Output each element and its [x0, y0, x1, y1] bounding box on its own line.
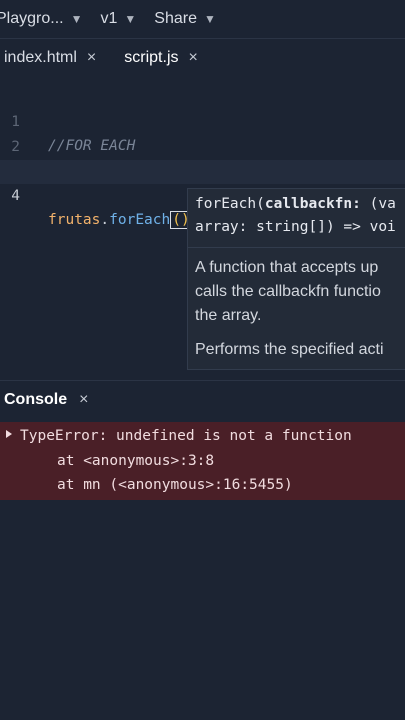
- tab-script-js[interactable]: script.js ×: [120, 38, 202, 78]
- method-name: forEach: [109, 212, 171, 228]
- tab-label: script.js: [124, 49, 179, 66]
- close-icon[interactable]: ×: [189, 49, 198, 67]
- variable: frutas: [48, 212, 101, 228]
- project-menu[interactable]: Playgro... ▼: [0, 10, 82, 28]
- close-icon[interactable]: ×: [79, 391, 88, 409]
- console-title[interactable]: Console: [4, 391, 67, 409]
- dot: .: [100, 212, 110, 228]
- tooltip-signature: forEach(callbackfn: (va array: string[])…: [188, 189, 405, 248]
- doc-line: the array.: [195, 307, 262, 324]
- chevron-down-icon: ▼: [70, 12, 83, 26]
- share-label: Share: [154, 10, 197, 27]
- code-line-current: 4 frutas.forEach(): [0, 160, 405, 229]
- doc-line: calls the callbackfn functio: [195, 283, 381, 300]
- code-text: frutas.forEach(): [48, 208, 192, 232]
- error-message: TypeError: undefined is not a function: [20, 428, 352, 444]
- code-line: 3: [0, 136, 405, 180]
- stack-frame: at mn (<anonymous>:16:5455): [57, 477, 293, 493]
- top-bar: Playgro... ▼ v1 ▼ Share ▼: [0, 0, 405, 39]
- line-number: 4: [11, 188, 20, 204]
- share-menu[interactable]: Share ▼: [154, 10, 216, 28]
- close-icon[interactable]: ×: [87, 49, 96, 67]
- project-name: Playgro...: [0, 10, 64, 27]
- chevron-down-icon: ▼: [203, 12, 216, 26]
- doc-line: Performs the specified acti: [195, 341, 384, 358]
- sig-name: forEach(: [195, 196, 265, 212]
- stack-frame: at <anonymous>:3:8: [57, 453, 215, 469]
- tab-index-html[interactable]: index.html ×: [0, 38, 100, 78]
- version-menu[interactable]: v1 ▼: [100, 10, 136, 28]
- tooltip-docs: A function that accepts up calls the call…: [188, 248, 405, 362]
- code-line: 2 let frutas = ['🍎', '🍌', '🍇'];: [0, 111, 405, 179]
- sig-rest: (va: [360, 196, 396, 212]
- doc-line: A function that accepts up: [195, 259, 379, 276]
- signature-tooltip: forEach(callbackfn: (va array: string[])…: [187, 188, 405, 370]
- sig-param: callbackfn:: [264, 196, 361, 212]
- chevron-down-icon: ▼: [124, 12, 137, 26]
- console-header: Console ×: [0, 380, 405, 419]
- file-tabs: index.html × script.js ×: [0, 38, 405, 78]
- version-label: v1: [100, 10, 118, 27]
- sig-line2: array: string[]) => voi: [195, 219, 396, 235]
- code-line: 1 //FOR EACH: [0, 86, 405, 154]
- console-error[interactable]: TypeError: undefined is not a function a…: [0, 422, 405, 500]
- tab-label: index.html: [4, 49, 77, 66]
- expand-triangle-icon[interactable]: [6, 430, 12, 438]
